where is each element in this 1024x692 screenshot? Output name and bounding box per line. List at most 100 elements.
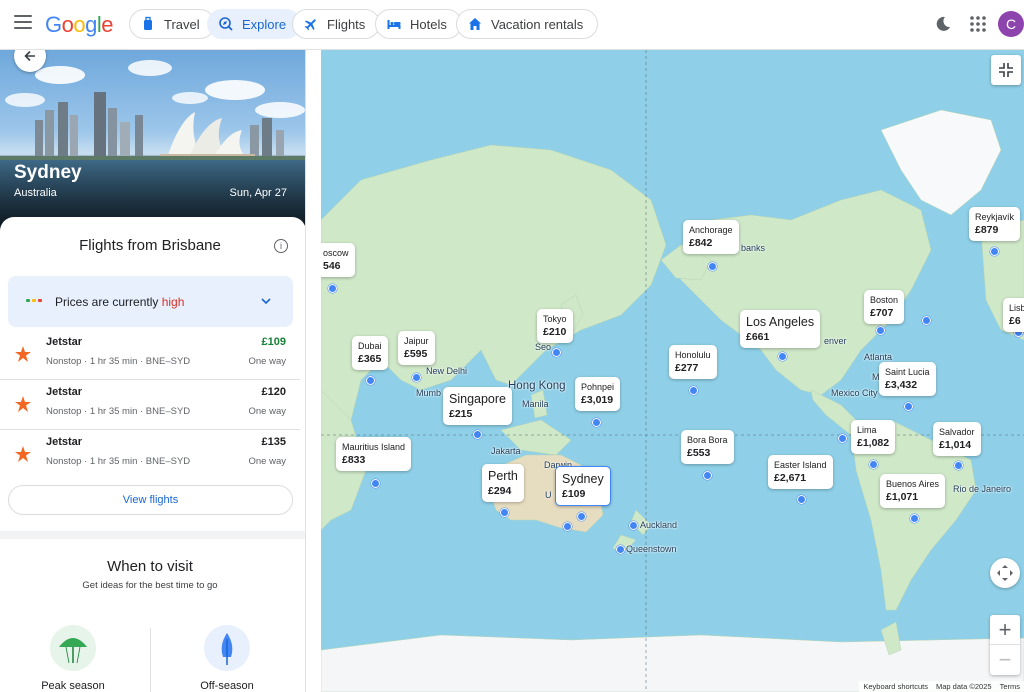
tree-icon <box>221 633 233 665</box>
tab-explore[interactable]: Explore <box>207 9 302 39</box>
exit-fullscreen-button[interactable] <box>991 55 1021 85</box>
destination-dot[interactable] <box>708 262 717 271</box>
destination-dot[interactable] <box>328 284 337 293</box>
destination-pin[interactable]: Dubai £365 <box>352 336 388 370</box>
pin-price: £595 <box>404 348 428 360</box>
destination-dot[interactable] <box>629 521 638 530</box>
zoom-out-button[interactable]: − <box>990 645 1020 675</box>
account-avatar[interactable]: C <box>998 11 1024 37</box>
dark-mode-icon[interactable] <box>933 14 953 34</box>
pin-city: Salvador <box>939 427 975 437</box>
tab-label: Travel <box>164 16 200 32</box>
google-logo[interactable]: Google <box>45 12 114 38</box>
destination-date[interactable]: Sun, Apr 27 <box>230 187 288 199</box>
destination-pin[interactable]: Singapore £215 <box>443 387 512 425</box>
destination-dot[interactable] <box>703 471 712 480</box>
off-season-icon[interactable] <box>204 625 250 671</box>
destination-dot[interactable] <box>473 430 482 439</box>
tab-hotels[interactable]: Hotels <box>375 9 462 39</box>
destination-dot[interactable] <box>577 512 586 521</box>
trip-type: One way <box>248 406 287 417</box>
umbrella-icon <box>59 638 87 664</box>
destination-dot[interactable] <box>371 479 380 488</box>
destination-country: Australia <box>14 187 57 199</box>
map-place-label: Hong Kong <box>508 380 566 392</box>
destination-pin[interactable]: Jaipur £595 <box>398 331 435 365</box>
main-menu-button[interactable] <box>14 15 32 29</box>
flight-price: £120 <box>261 386 286 398</box>
tab-flights[interactable]: Flights <box>292 9 381 39</box>
destination-dot[interactable] <box>552 348 561 357</box>
destination-pin[interactable]: Lisb £6 <box>1003 298 1024 332</box>
destination-pin[interactable]: Perth £294 <box>482 464 524 502</box>
pin-price: £661 <box>746 331 770 343</box>
destination-pin[interactable]: Bora Bora £553 <box>681 430 734 464</box>
flight-option-row[interactable]: Jetstar Nonstop · 1 hr 35 min · BNE–SYD … <box>0 380 300 430</box>
pin-city: Saint Lucia <box>885 367 930 377</box>
tab-travel[interactable]: Travel <box>129 9 215 39</box>
pin-price: £277 <box>675 362 699 374</box>
flight-details: Nonstop · 1 hr 35 min · BNE–SYD <box>46 406 191 417</box>
destination-dot[interactable] <box>904 402 913 411</box>
destination-pin[interactable]: Los Angeles £661 <box>740 310 821 348</box>
destination-dot[interactable] <box>500 508 509 517</box>
peak-season-icon[interactable] <box>50 625 96 671</box>
pin-city: Easter Island <box>774 460 827 470</box>
flight-option-row[interactable]: Jetstar Nonstop · 1 hr 35 min · BNE–SYD … <box>0 430 300 480</box>
pin-price: £833 <box>342 454 366 466</box>
destination-pin[interactable]: Lima £1,082 <box>851 420 896 454</box>
destination-dot[interactable] <box>910 514 919 523</box>
price-level-icon <box>26 299 42 302</box>
trip-type: One way <box>248 356 287 367</box>
destination-dot[interactable] <box>778 352 787 361</box>
destination-dot[interactable] <box>876 326 885 335</box>
destination-pin[interactable]: Reykjavík £879 <box>969 207 1021 241</box>
destination-dot[interactable] <box>797 495 806 504</box>
pin-city: Dubai <box>358 341 382 351</box>
pin-price: £294 <box>488 485 512 497</box>
destination-dot[interactable] <box>838 434 847 443</box>
flight-price: £109 <box>261 336 286 348</box>
world-map[interactable]: banks enver Atlanta M Mexico City Seo Ne… <box>321 50 1024 692</box>
terms-link[interactable]: Terms <box>1000 682 1020 691</box>
tab-vacation-rentals[interactable]: Vacation rentals <box>456 9 599 39</box>
price-insight-toggle[interactable]: Prices are currently high <box>8 276 293 327</box>
destination-dot[interactable] <box>366 376 375 385</box>
destination-pin[interactable]: Buenos Aires £1,071 <box>880 474 946 508</box>
destination-dot[interactable] <box>954 461 963 470</box>
selected-destination-pin[interactable]: Sydney £109 <box>555 466 611 506</box>
flight-details: Nonstop · 1 hr 35 min · BNE–SYD <box>46 456 191 467</box>
info-icon[interactable]: i <box>274 239 288 253</box>
destination-pin[interactable]: Boston £707 <box>864 290 905 324</box>
map-place-label: Seo <box>535 342 552 352</box>
flight-option-row[interactable]: Jetstar Nonstop · 1 hr 35 min · BNE–SYD … <box>0 330 300 380</box>
destination-dot[interactable] <box>990 247 999 256</box>
price-level: high <box>161 295 185 309</box>
recenter-button[interactable] <box>990 558 1020 588</box>
zoom-in-button[interactable]: + <box>990 615 1020 645</box>
pin-city: Honolulu <box>675 350 711 360</box>
season-separator <box>150 628 151 692</box>
destination-pin[interactable]: Saint Lucia £3,432 <box>879 362 936 396</box>
destination-dot[interactable] <box>592 418 601 427</box>
destination-dot[interactable] <box>869 460 878 469</box>
destination-pin[interactable]: Salvador £1,014 <box>933 422 981 456</box>
destination-dot[interactable] <box>616 545 625 554</box>
destination-pin[interactable]: Mauritius Island £833 <box>336 437 412 471</box>
destination-dot[interactable] <box>689 386 698 395</box>
destination-dot[interactable] <box>412 373 421 382</box>
destination-pin[interactable]: Tokyo £210 <box>537 309 573 343</box>
destination-pin[interactable]: Pohnpei £3,019 <box>575 377 621 411</box>
destination-pin[interactable]: Honolulu £277 <box>669 345 717 379</box>
pin-price: £210 <box>543 326 567 338</box>
view-flights-button[interactable]: View flights <box>8 485 293 515</box>
pin-city: Lisb <box>1009 303 1024 313</box>
tab-label: Hotels <box>410 16 447 32</box>
keyboard-shortcuts-link[interactable]: Keyboard shortcuts <box>863 682 928 691</box>
destination-pin[interactable]: Easter Island £2,671 <box>768 455 833 489</box>
destination-pin[interactable]: oscow 546 <box>321 243 355 277</box>
destination-dot[interactable] <box>922 316 931 325</box>
destination-dot[interactable] <box>563 522 572 531</box>
destination-pin[interactable]: Anchorage £842 <box>683 220 739 254</box>
apps-grid-icon[interactable] <box>968 14 988 34</box>
